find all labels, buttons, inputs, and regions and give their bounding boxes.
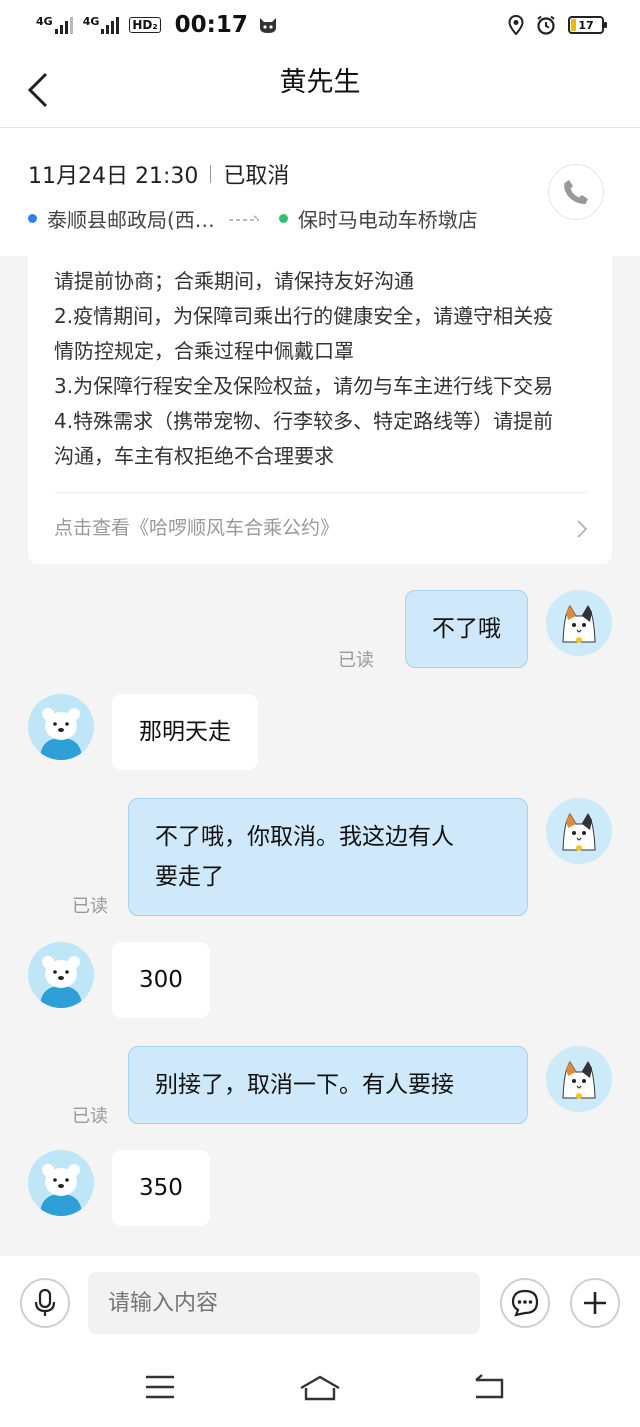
trip-destination: 保时马电动车桥墩店: [297, 208, 478, 232]
message-row-theirs: 300: [0, 942, 640, 1022]
status-left: 4G 4G HD₂ 00:17: [36, 12, 278, 38]
message-bubble-theirs[interactable]: 那明天走: [112, 694, 258, 770]
my-cat-avatar[interactable]: [546, 1046, 612, 1112]
status-right: 17: [508, 15, 607, 35]
chevron-right-icon: [577, 519, 588, 538]
message-text: 不了哦: [432, 616, 501, 642]
message-text: 要走了: [155, 864, 224, 890]
call-button[interactable]: [548, 164, 604, 220]
message-row-mine: 已读 不了哦: [0, 590, 640, 671]
route-arrow-icon: [228, 214, 260, 221]
cat-avatar-icon: [546, 590, 612, 656]
message-row-mine: 已读 别接了，取消一下。有人要接: [0, 1046, 640, 1127]
location-icon: [508, 15, 524, 35]
ride-notice-card: 请提前协商；合乘期间，请保持友好沟通 2.疫情期间，为保障司乘出行的健康安全，请…: [28, 256, 612, 564]
battery-level: 17: [578, 18, 594, 32]
message-text: 350: [139, 1175, 183, 1201]
chat-area[interactable]: 请提前协商；合乘期间，请保持友好沟通 2.疫情期间，为保障司乘出行的健康安全，请…: [0, 256, 640, 1256]
battery-icon: 17: [568, 16, 607, 34]
menu-icon[interactable]: [144, 1372, 176, 1402]
message-text: 300: [139, 967, 183, 993]
signal-2: 4G: [82, 15, 120, 34]
status-bar: 4G 4G HD₂ 00:17 17: [0, 0, 640, 50]
microphone-icon: [34, 1288, 56, 1316]
message-input[interactable]: [88, 1272, 480, 1334]
trip-origin: 泰顺县邮政局(西…: [47, 208, 215, 232]
contact-bear-avatar[interactable]: [28, 942, 94, 1008]
notice-line: 情防控规定，合乘过程中佩戴口罩: [54, 339, 354, 363]
back-icon[interactable]: [472, 1372, 506, 1402]
status-time: 00:17: [174, 12, 248, 38]
message-bubble-mine[interactable]: 别接了，取消一下。有人要接: [128, 1046, 528, 1124]
quick-reply-button[interactable]: [500, 1278, 550, 1328]
message-text: 别接了，取消一下。有人要接: [155, 1072, 454, 1098]
destination-dot-icon: [278, 214, 288, 223]
read-receipt: 已读: [338, 650, 374, 671]
cat-avatar-icon: [546, 1046, 612, 1112]
signal-bars-icon: [54, 16, 73, 34]
app-notification-icon: [259, 18, 276, 33]
origin-dot-icon: [28, 214, 37, 223]
notice-line: 请提前协商；合乘期间，请保持友好沟通: [54, 269, 414, 293]
voice-input-button[interactable]: [20, 1278, 70, 1328]
notice-line: 沟通，车主有权拒绝不合理要求: [54, 444, 334, 468]
message-bubble-theirs[interactable]: 300: [112, 942, 210, 1018]
home-icon[interactable]: [298, 1374, 342, 1402]
message-row-theirs: 350: [0, 1150, 640, 1230]
signal-bars-icon: [101, 16, 120, 34]
message-bubble-theirs[interactable]: 350: [112, 1150, 210, 1226]
network-type-2: 4G: [82, 15, 100, 28]
contact-bear-avatar[interactable]: [28, 1150, 94, 1216]
trip-route: 泰顺县邮政局(西… 保时马电动车桥墩店: [28, 204, 478, 233]
page-title: 黄先生: [279, 67, 361, 98]
message-input-bar: [0, 1256, 640, 1352]
message-text: 那明天走: [139, 719, 231, 745]
read-receipt: 已读: [72, 1106, 108, 1127]
read-receipt: 已读: [72, 896, 108, 917]
trip-date-time: 11月24日 21:30: [28, 164, 199, 189]
phone-icon: [564, 180, 588, 204]
divider: [210, 165, 212, 183]
plus-icon: [584, 1292, 606, 1314]
contact-bear-avatar[interactable]: [28, 694, 94, 760]
message-text: 不了哦，你取消。我这边有人: [155, 824, 454, 850]
my-cat-avatar[interactable]: [546, 798, 612, 864]
agreement-link-label: 点击查看《哈啰顺风车合乘公约》: [54, 517, 340, 539]
notice-line: 2.疫情期间，为保障司乘出行的健康安全，请遵守相关疫: [54, 304, 554, 328]
network-type-1: 4G: [36, 15, 53, 28]
more-options-button[interactable]: [570, 1278, 620, 1328]
alarm-icon: [537, 15, 555, 35]
notice-line: 4.特殊需求（携带宠物、行李较多、特定路线等）请提前: [54, 409, 554, 433]
cat-avatar-icon: [546, 798, 612, 864]
trip-card[interactable]: 11月24日 21:30 已取消 泰顺县邮政局(西… 保时马电动车桥墩店: [0, 128, 640, 256]
message-row-mine: 已读 不了哦，你取消。我这边有人 要走了: [0, 798, 640, 918]
chat-bubble-icon: [511, 1289, 539, 1317]
message-bubble-mine[interactable]: 不了哦，你取消。我这边有人 要走了: [128, 798, 528, 916]
bear-avatar-icon: [28, 694, 94, 760]
bear-avatar-icon: [28, 942, 94, 1008]
message-bubble-mine[interactable]: 不了哦: [405, 590, 528, 668]
hd-voice-icon: HD₂: [129, 17, 161, 33]
trip-status: 已取消: [223, 164, 290, 189]
trip-header: 11月24日 21:30 已取消: [28, 158, 289, 190]
notice-line: 3.为保障行程安全及保险权益，请勿与车主进行线下交易: [54, 374, 554, 398]
bear-avatar-icon: [28, 1150, 94, 1216]
nav-bar: 黄先生: [0, 50, 640, 128]
message-row-theirs: 那明天走: [0, 694, 640, 774]
my-cat-avatar[interactable]: [546, 590, 612, 656]
signal-1: 4G: [36, 15, 73, 34]
carpool-agreement-link[interactable]: 点击查看《哈啰顺风车合乘公约》: [54, 492, 588, 546]
system-navigation-bar: [0, 1352, 640, 1427]
